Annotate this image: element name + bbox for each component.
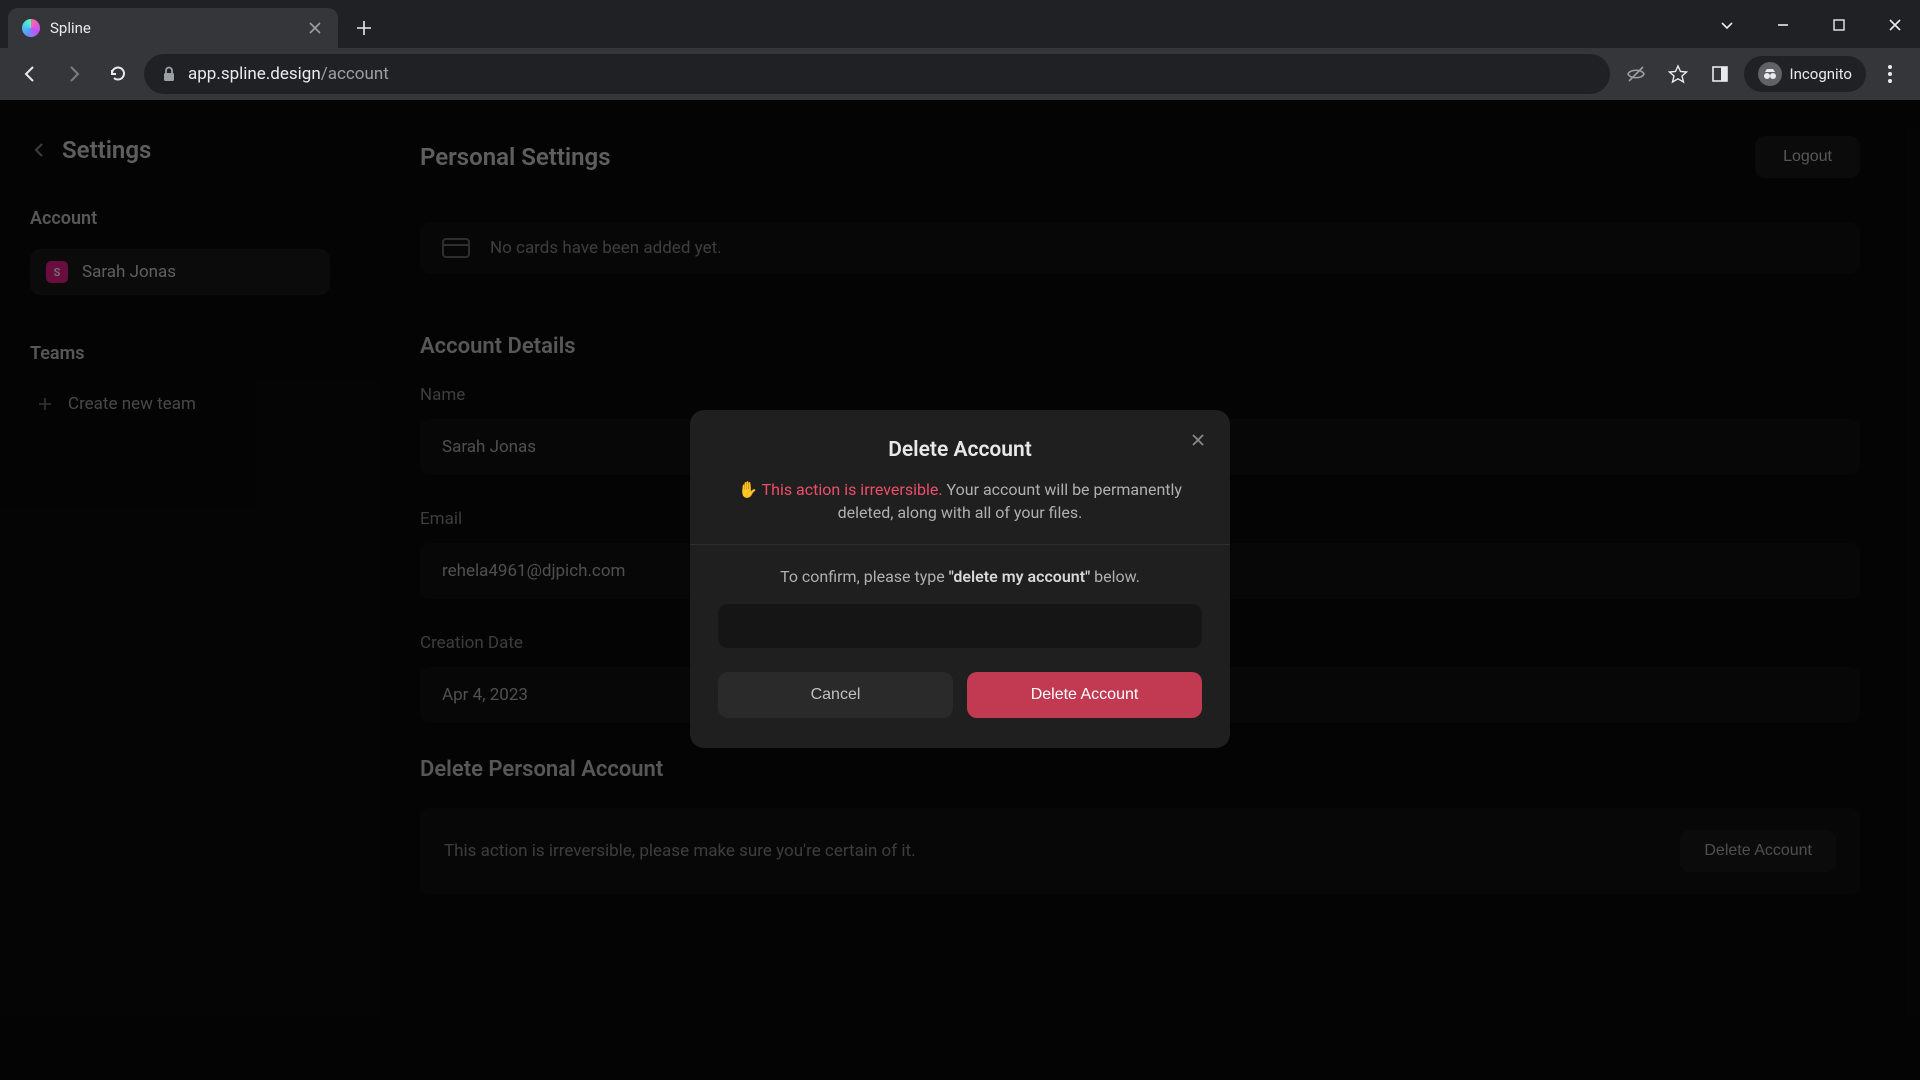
browser-toolbar: app.spline.design/account Incognito bbox=[0, 48, 1920, 100]
cancel-button[interactable]: Cancel bbox=[718, 672, 953, 718]
toolbar-right: Incognito bbox=[1618, 56, 1908, 92]
confirm-input[interactable] bbox=[718, 604, 1202, 648]
app-content: Settings Account S Sarah Jonas Teams Cre… bbox=[0, 100, 1920, 1080]
modal-warning: ✋ This action is irreversible. Your acco… bbox=[718, 478, 1202, 524]
address-bar[interactable]: app.spline.design/account bbox=[144, 54, 1610, 94]
forward-button[interactable] bbox=[56, 56, 92, 92]
favicon-icon bbox=[22, 19, 40, 37]
browser-tab[interactable]: Spline bbox=[8, 8, 338, 48]
browser-chrome: Spline bbox=[0, 0, 1920, 100]
close-modal-icon[interactable] bbox=[1184, 426, 1212, 454]
modal-title: Delete Account bbox=[718, 438, 1202, 462]
tab-title: Spline bbox=[50, 19, 296, 37]
new-tab-button[interactable] bbox=[348, 12, 380, 44]
tab-strip: Spline bbox=[0, 0, 1920, 48]
chevron-down-icon[interactable] bbox=[1710, 8, 1744, 42]
modal-warning-red: This action is irreversible. bbox=[762, 480, 943, 499]
lock-icon bbox=[162, 66, 176, 82]
back-button[interactable] bbox=[12, 56, 48, 92]
reload-button[interactable] bbox=[100, 56, 136, 92]
minimize-icon[interactable] bbox=[1766, 8, 1800, 42]
modal-buttons: Cancel Delete Account bbox=[718, 672, 1202, 718]
delete-account-modal: Delete Account ✋ This action is irrevers… bbox=[690, 410, 1230, 748]
incognito-icon bbox=[1758, 62, 1782, 86]
close-window-icon[interactable] bbox=[1878, 8, 1912, 42]
extensions-icon[interactable] bbox=[1702, 56, 1738, 92]
divider bbox=[690, 544, 1230, 545]
eye-off-icon[interactable] bbox=[1618, 56, 1654, 92]
hand-icon: ✋ bbox=[738, 480, 758, 499]
confirm-delete-button[interactable]: Delete Account bbox=[967, 672, 1202, 718]
star-icon[interactable] bbox=[1660, 56, 1696, 92]
url-text: app.spline.design/account bbox=[188, 64, 389, 84]
menu-icon[interactable] bbox=[1872, 56, 1908, 92]
maximize-icon[interactable] bbox=[1822, 8, 1856, 42]
window-controls bbox=[1710, 8, 1912, 42]
incognito-label: Incognito bbox=[1790, 65, 1852, 83]
incognito-badge[interactable]: Incognito bbox=[1744, 56, 1866, 92]
modal-confirm-instructions: To confirm, please type "delete my accou… bbox=[718, 567, 1202, 586]
close-tab-icon[interactable] bbox=[306, 19, 324, 37]
